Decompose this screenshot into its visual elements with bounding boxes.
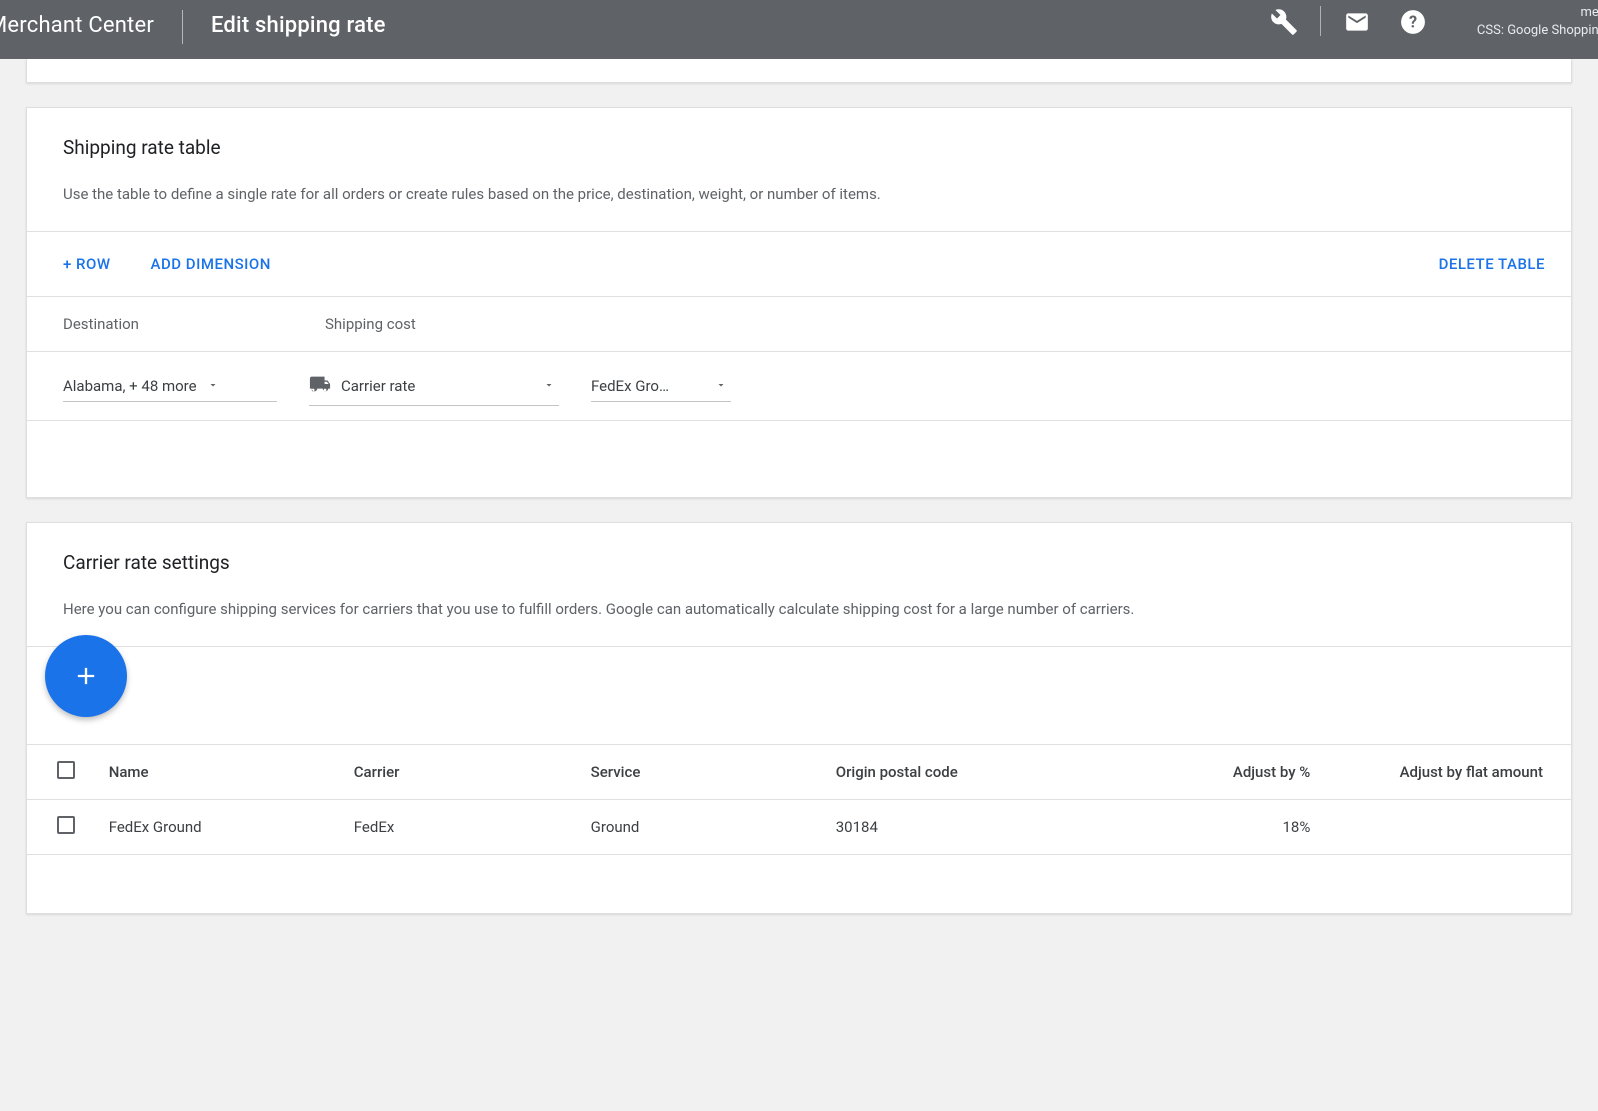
mail-icon[interactable] [1329, 2, 1385, 42]
brand-divider [182, 10, 183, 44]
cell-name: FedEx Ground [109, 800, 354, 855]
col-adjust-flat: Adjust by flat amount [1346, 745, 1571, 800]
truck-icon [309, 373, 331, 399]
header-actions: ? men CSS: Google Shopping [1256, 0, 1598, 59]
shipping-rate-desc: Use the table to define a single rate fo… [63, 185, 1535, 203]
rate-actions-row: + ROW ADD DIMENSION DELETE TABLE [27, 231, 1571, 297]
app-header: Merchant Center Edit shipping rate ? men… [0, 0, 1598, 59]
carrier-settings-card: Carrier rate settings Here you can confi… [26, 522, 1572, 914]
tools-icon[interactable] [1256, 2, 1312, 42]
cell-service: Ground [591, 800, 836, 855]
account-line2: CSS: Google Shopping [1477, 22, 1598, 40]
carrier-settings-desc: Here you can configure shipping services… [63, 600, 1535, 618]
carrier-table: Name Carrier Service Origin postal code … [27, 744, 1571, 855]
header-divider [1320, 6, 1321, 36]
col-shipping-cost: Shipping cost [325, 315, 625, 333]
previous-card-edge [26, 59, 1572, 83]
chevron-down-icon [543, 377, 555, 395]
cell-origin-postal: 30184 [836, 800, 1183, 855]
table-row[interactable]: FedEx Ground FedEx Ground 30184 18% [27, 800, 1571, 855]
destination-select[interactable]: Alabama, + 48 more [63, 371, 277, 402]
add-carrier-button[interactable] [45, 635, 127, 717]
col-service: Service [591, 745, 836, 800]
delete-table-button[interactable]: DELETE TABLE [1439, 255, 1545, 273]
rate-column-headers: Destination Shipping cost [27, 297, 1571, 352]
cell-adjust-pct: 18% [1183, 800, 1346, 855]
account-line1: men [1477, 4, 1598, 22]
rate-type-select[interactable]: Carrier rate [309, 367, 559, 406]
col-name: Name [109, 745, 354, 800]
cell-adjust-flat [1346, 800, 1571, 855]
carrier-settings-title: Carrier rate settings [63, 551, 1535, 574]
col-carrier: Carrier [354, 745, 591, 800]
col-adjust-pct: Adjust by % [1183, 745, 1346, 800]
add-row-button[interactable]: + ROW [63, 255, 111, 273]
svg-text:?: ? [1409, 12, 1417, 31]
carrier-service-select[interactable]: FedEx Gro… [591, 371, 731, 402]
shipping-rate-title: Shipping rate table [63, 136, 1535, 159]
col-destination: Destination [63, 315, 325, 333]
destination-value: Alabama, + 48 more [63, 377, 197, 395]
brand-name: Merchant Center [0, 1, 182, 59]
col-origin-postal: Origin postal code [836, 745, 1183, 800]
carrier-service-value: FedEx Gro… [591, 377, 669, 395]
rate-card-filler [27, 421, 1571, 497]
select-all-checkbox[interactable] [57, 761, 75, 779]
row-checkbox[interactable] [57, 816, 75, 834]
page-title: Edit shipping rate [211, 13, 386, 46]
account-block[interactable]: men CSS: Google Shopping [1477, 2, 1598, 39]
shipping-rate-card: Shipping rate table Use the table to def… [26, 107, 1572, 498]
rate-type-value: Carrier rate [341, 377, 415, 395]
rate-data-row: Alabama, + 48 more Carrier rate FedEx Gr… [27, 352, 1571, 421]
help-icon[interactable]: ? [1385, 2, 1441, 42]
carrier-card-filler [27, 855, 1571, 913]
add-dimension-button[interactable]: ADD DIMENSION [151, 255, 271, 273]
cell-carrier: FedEx [354, 800, 591, 855]
chevron-down-icon [207, 377, 219, 395]
chevron-down-icon [715, 377, 727, 395]
carrier-header-row: Name Carrier Service Origin postal code … [27, 745, 1571, 800]
carrier-actions-strip [27, 646, 1571, 744]
